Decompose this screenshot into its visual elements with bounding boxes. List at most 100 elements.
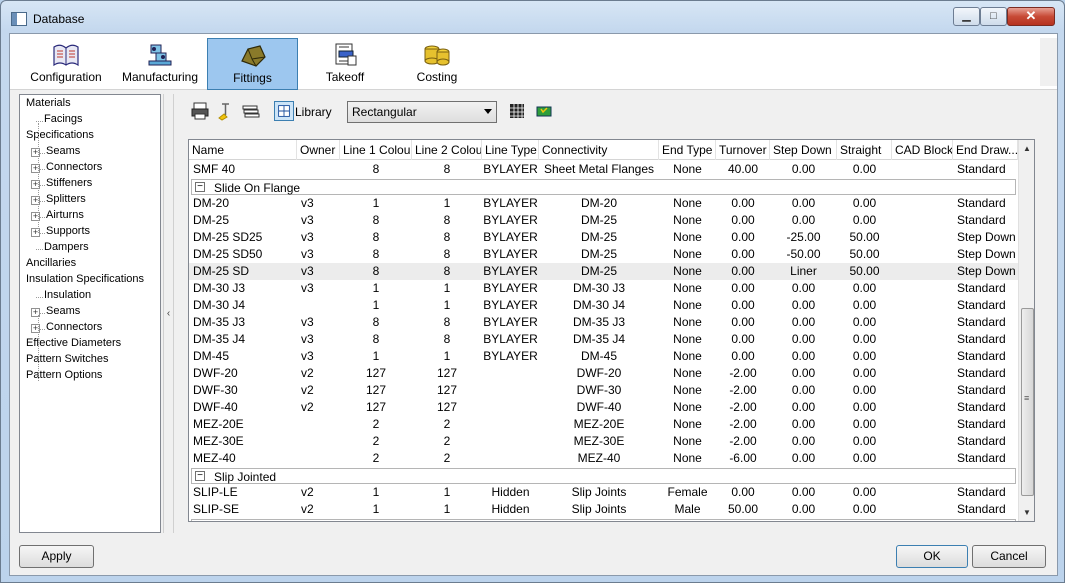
table-row[interactable]: DM-20 v3 1 1 BYLAYER DM-20 None 0.00 0.00 0.00 Sta… [189, 195, 1018, 212]
tree-item[interactable]: + Connectors [31, 321, 102, 333]
table-row[interactable]: DM-25 v3 8 8 BYLAYER DM-25 None 0.00 0.00 0.00 Sta… [189, 212, 1018, 229]
table-view-icon[interactable] [507, 101, 527, 121]
tree-item[interactable]: Insulation Specifications [26, 273, 144, 285]
table-row[interactable]: DM-35 J4 v3 8 8 BYLAYER DM-35 J4 None 0.00 0.00 0… [189, 331, 1018, 348]
vertical-scrollbar[interactable]: ▲ ≡ ▼ [1018, 140, 1034, 521]
tab-configuration[interactable]: Configuration [20, 38, 112, 90]
tree-item-label: Connectors [46, 161, 103, 173]
table-cell: None [673, 230, 702, 244]
minimize-button[interactable]: ▁ [953, 7, 980, 26]
table-cell: Standard [957, 315, 1006, 329]
table-cell: 0.00 [791, 383, 816, 397]
tree-item[interactable]: Specifications [26, 129, 94, 141]
table-row[interactable]: DM-45 v3 1 1 BYLAYER DM-45 None 0.00 0.00 0.00 Sta… [189, 348, 1018, 365]
column-header[interactable]: Line 1 Colour [340, 140, 412, 160]
tree-item[interactable]: Materials [26, 97, 71, 109]
table-cell [892, 399, 953, 416]
database-window: Database ▁ □ ✕ Configuration Manufacturi… [0, 0, 1065, 583]
group-header-partial[interactable] [191, 519, 1016, 521]
group-row[interactable]: − Slip Jointed [189, 467, 1018, 484]
table-row[interactable]: MEZ-40 2 2 MEZ-40 None -6.00 0.00 0.00 Standard [189, 450, 1018, 467]
tree-item[interactable]: + Seams [31, 145, 80, 157]
table-row[interactable]: DM-35 J3 v3 8 8 BYLAYER DM-35 J3 None 0.00 0.00 0… [189, 314, 1018, 331]
tree-item[interactable]: Facings [36, 113, 83, 125]
add-item-icon[interactable] [534, 101, 554, 121]
tree-item[interactable]: + Connectors [31, 161, 103, 173]
title-bar[interactable]: Database ▁ □ ✕ [1, 1, 1064, 37]
table-cell [892, 161, 953, 178]
column-header[interactable]: Straight [837, 140, 892, 160]
table-cell: DM-30 J3 [193, 281, 246, 295]
table-cell: Step Down [957, 230, 1016, 244]
table-row[interactable]: DM-25 SD v3 8 8 BYLAYER DM-25 None 0.00 Liner 50.… [189, 263, 1018, 280]
tab-manufacturing[interactable]: Manufacturing [114, 38, 206, 90]
cancel-button[interactable]: Cancel [972, 545, 1046, 568]
text-tool-icon[interactable] [215, 101, 235, 121]
tree-item[interactable]: + Seams [31, 305, 80, 317]
table-row[interactable]: DM-30 J3 v3 1 1 BYLAYER DM-30 J3 None 0.00 0.00 0… [189, 280, 1018, 297]
table-cell [482, 450, 539, 467]
table-cell: -2.00 [729, 366, 757, 380]
column-header[interactable]: Step Down [770, 140, 837, 160]
table-row[interactable]: DM-30 J4 1 1 BYLAYER DM-30 J4 None 0.00 0.00 0.0… [189, 297, 1018, 314]
library-grid-icon[interactable] [274, 101, 294, 121]
tab-costing[interactable]: Costing [392, 38, 482, 90]
scroll-thumb[interactable]: ≡ [1021, 308, 1034, 496]
tree-item[interactable]: + Supports [31, 225, 90, 237]
tree-item[interactable]: + Airturns [31, 209, 84, 221]
table-row[interactable]: MEZ-30E 2 2 MEZ-30E None -2.00 0.00 0.00 Standar… [189, 433, 1018, 450]
column-header[interactable]: Owner [297, 140, 340, 160]
column-header[interactable]: Connectivity [539, 140, 659, 160]
table-cell: 0.00 [852, 298, 877, 312]
column-header[interactable]: CAD Block [892, 140, 953, 160]
stack-icon[interactable] [241, 101, 261, 121]
scroll-up-icon[interactable]: ▲ [1023, 144, 1031, 153]
table-cell: 8 [372, 230, 380, 244]
table-row[interactable]: DWF-20 v2 127 127 DWF-20 None -2.00 0.00 0.00 Sta… [189, 365, 1018, 382]
close-button[interactable]: ✕ [1007, 7, 1055, 26]
table-cell: -2.00 [729, 383, 757, 397]
column-header[interactable]: Turnover [716, 140, 770, 160]
column-header[interactable]: Line 2 Colour [412, 140, 482, 160]
column-header[interactable]: End Draw... [953, 140, 1018, 160]
table-cell: DWF-20 [193, 366, 238, 380]
shape-select[interactable]: Rectangular [347, 101, 497, 123]
maximize-button[interactable]: □ [980, 7, 1007, 26]
group-row[interactable]: − Slide On Flange [189, 178, 1018, 195]
group-header[interactable]: − Slip Jointed [191, 468, 1016, 484]
tree-item[interactable]: + Splitters [31, 193, 86, 205]
tree-item[interactable]: Ancillaries [26, 257, 76, 269]
tree-item[interactable]: Insulation [36, 289, 91, 301]
column-header[interactable]: End Type [659, 140, 716, 160]
table-row[interactable]: DM-25 SD25 v3 8 8 BYLAYER DM-25 None 0.00 -25.00… [189, 229, 1018, 246]
tree-item[interactable]: Effective Diameters [26, 337, 121, 349]
column-header[interactable]: Name [189, 140, 297, 160]
table-row[interactable]: SLIP-LE v2 1 1 Hidden Slip Joints Female 0.00 0.… [189, 484, 1018, 501]
table-row[interactable]: SLIP-SE v2 1 1 Hidden Slip Joints Male 50.00 0.0… [189, 501, 1018, 518]
scroll-down-icon[interactable]: ▼ [1023, 508, 1031, 517]
ribbon-scrollbar[interactable] [1040, 38, 1057, 86]
table-row[interactable]: DWF-30 v2 127 127 DWF-30 None -2.00 0.00 0.00 Sta… [189, 382, 1018, 399]
tab-takeoff[interactable]: Takeoff [300, 38, 390, 90]
tree-item[interactable]: Dampers [36, 241, 89, 253]
column-header[interactable]: Line Type [482, 140, 539, 160]
print-icon[interactable] [190, 101, 210, 121]
ok-button[interactable]: OK [896, 545, 968, 568]
table-row[interactable]: DM-25 SD50 v3 8 8 BYLAYER DM-25 None 0.00 -50.00… [189, 246, 1018, 263]
table-row[interactable]: SMF 40 8 8 BYLAYER Sheet Metal Flanges None 40… [189, 161, 1018, 178]
table-cell: 50.00 [727, 502, 759, 516]
collapse-icon[interactable]: − [195, 471, 205, 481]
table-cell [482, 433, 539, 450]
tree-item[interactable]: + Stiffeners [31, 177, 92, 189]
table-row[interactable]: DWF-40 v2 127 127 DWF-40 None -2.00 0.00 0.00 Sta… [189, 399, 1018, 416]
collapse-panel-button[interactable]: ‹ [163, 94, 174, 533]
table-cell: 0.00 [791, 366, 816, 380]
tab-fittings[interactable]: Fittings [207, 38, 298, 90]
table-cell: MEZ-30E [573, 434, 625, 448]
group-header[interactable]: − Slide On Flange [191, 179, 1016, 195]
apply-button[interactable]: Apply [19, 545, 94, 568]
collapse-icon[interactable]: − [195, 182, 205, 192]
table-cell [297, 450, 340, 467]
table-cell: None [673, 366, 702, 380]
table-row[interactable]: MEZ-20E 2 2 MEZ-20E None -2.00 0.00 0.00 Standar… [189, 416, 1018, 433]
